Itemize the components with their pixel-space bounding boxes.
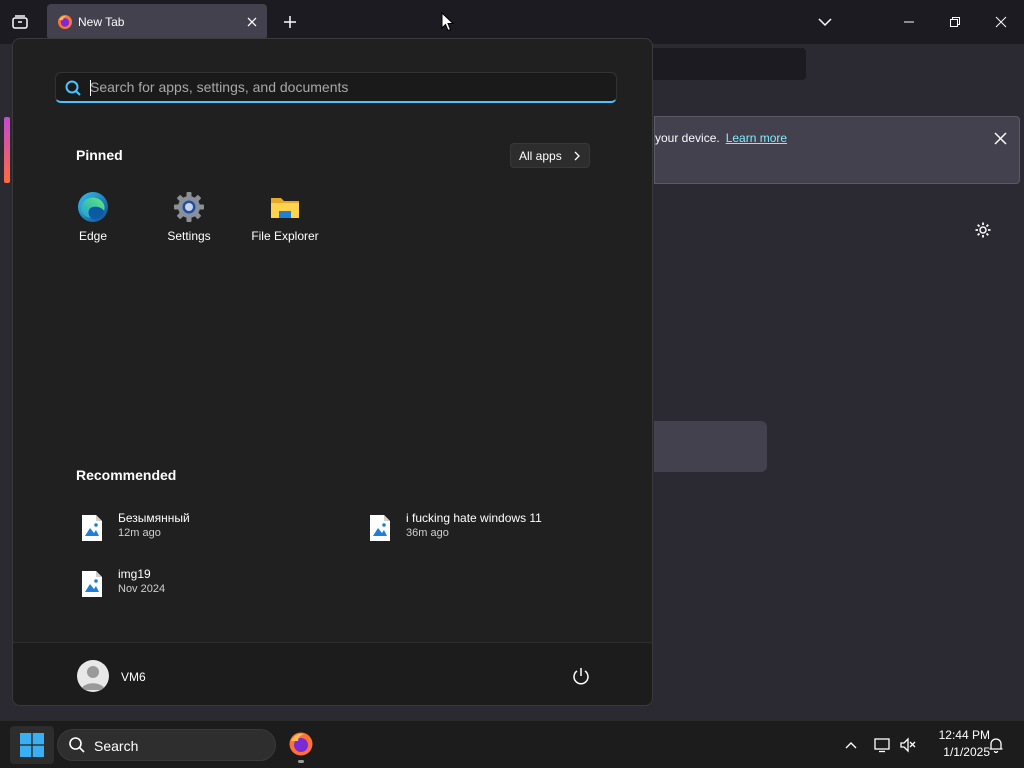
bell-icon bbox=[989, 738, 1003, 753]
shortcut-tile[interactable] bbox=[654, 421, 767, 472]
search-icon bbox=[69, 737, 85, 753]
notice-message: your device. bbox=[655, 131, 720, 145]
power-button[interactable] bbox=[571, 666, 591, 686]
app-label: File Explorer bbox=[251, 229, 319, 243]
restore-button[interactable] bbox=[940, 8, 970, 36]
clock-time: 12:44 PM bbox=[938, 728, 990, 742]
taskbar-search[interactable]: Search bbox=[57, 729, 276, 761]
firefox-icon bbox=[289, 732, 313, 756]
edge-icon bbox=[78, 192, 108, 222]
gear-icon bbox=[975, 222, 991, 238]
display-icon bbox=[874, 738, 890, 753]
app-label: Settings bbox=[167, 229, 211, 243]
show-hidden-icons-button[interactable] bbox=[840, 734, 862, 756]
system-clock[interactable]: 12:44 PM 1/1/2025 bbox=[920, 727, 990, 761]
chevron-up-icon bbox=[845, 742, 857, 749]
minimize-icon bbox=[904, 21, 914, 23]
image-file-icon bbox=[82, 515, 102, 541]
power-icon bbox=[573, 668, 589, 685]
new-tab-button[interactable] bbox=[280, 12, 300, 32]
image-file-icon bbox=[370, 515, 390, 541]
mouse-cursor-icon bbox=[441, 12, 455, 32]
image-file-icon bbox=[82, 571, 102, 597]
list-all-tabs-button[interactable] bbox=[815, 12, 835, 32]
start-menu-footer: VM6 bbox=[13, 642, 652, 705]
plus-icon bbox=[284, 16, 296, 28]
tab-close-button[interactable] bbox=[243, 13, 261, 31]
settings-icon bbox=[174, 192, 204, 222]
user-icon bbox=[81, 666, 105, 690]
taskbar-firefox[interactable] bbox=[286, 727, 316, 763]
pinned-app-settings[interactable]: Settings bbox=[139, 189, 239, 249]
volume-tray-button[interactable] bbox=[897, 734, 919, 756]
start-search-input[interactable] bbox=[90, 73, 590, 101]
file-explorer-icon bbox=[271, 198, 299, 218]
recommended-item-name: img19 bbox=[118, 567, 151, 581]
learn-more-link[interactable]: Learn more bbox=[726, 131, 787, 145]
url-bar[interactable] bbox=[640, 48, 806, 80]
running-indicator bbox=[298, 760, 304, 763]
close-window-button[interactable] bbox=[986, 8, 1016, 36]
firefox-icon bbox=[58, 15, 72, 29]
recommended-item-1[interactable]: Безымянный 12m ago bbox=[73, 508, 333, 548]
taskbar-search-label: Search bbox=[94, 738, 139, 754]
recommended-item-time: 12m ago bbox=[118, 527, 161, 539]
start-menu: Pinned All apps Edge bbox=[12, 38, 653, 706]
pinned-section-title: Pinned bbox=[76, 147, 123, 163]
close-icon bbox=[247, 17, 257, 27]
recommended-item-3[interactable]: img19 Nov 2024 bbox=[73, 564, 333, 604]
all-apps-label: All apps bbox=[519, 148, 562, 163]
text-caret bbox=[90, 80, 91, 96]
recommended-section-title: Recommended bbox=[76, 467, 177, 483]
browser-notice-banner: your device. Learn more bbox=[654, 116, 1020, 184]
minimize-button[interactable] bbox=[894, 8, 924, 36]
close-icon bbox=[995, 16, 1007, 28]
all-apps-button[interactable]: All apps bbox=[510, 143, 590, 168]
recommended-item-name: i fucking hate windows 11 bbox=[406, 511, 542, 525]
notice-close-button[interactable] bbox=[991, 129, 1009, 147]
start-button[interactable] bbox=[10, 726, 54, 764]
app-label: Edge bbox=[78, 229, 108, 243]
tab-list-icon bbox=[12, 15, 28, 29]
display-tray-button[interactable] bbox=[871, 734, 893, 756]
close-icon bbox=[993, 131, 1007, 145]
recommended-item-2[interactable]: i fucking hate windows 11 36m ago bbox=[361, 508, 621, 548]
tab-list-button[interactable] bbox=[8, 10, 32, 34]
recommended-item-name: Безымянный bbox=[118, 511, 190, 525]
clock-date: 1/1/2025 bbox=[943, 745, 990, 759]
notice-text: your device. Learn more bbox=[655, 131, 787, 145]
restore-icon bbox=[950, 17, 960, 27]
pinned-app-file-explorer[interactable]: File Explorer bbox=[235, 189, 335, 249]
chevron-right-icon bbox=[574, 151, 580, 161]
new-tab-settings-button[interactable] bbox=[972, 219, 994, 241]
recommended-item-time: 36m ago bbox=[406, 527, 449, 539]
windows-logo-icon bbox=[20, 733, 44, 757]
pinned-app-edge[interactable]: Edge bbox=[43, 189, 143, 249]
search-icon bbox=[65, 80, 81, 96]
taskbar: Search 12:44 PM 1/1/2025 bbox=[0, 720, 1024, 768]
volume-muted-icon bbox=[900, 737, 916, 753]
notifications-button[interactable] bbox=[985, 734, 1007, 756]
tab-title: New Tab bbox=[78, 15, 125, 29]
notice-accent-strip bbox=[4, 117, 10, 183]
start-search-box[interactable] bbox=[55, 72, 617, 103]
chevron-down-icon bbox=[818, 18, 832, 27]
user-avatar[interactable] bbox=[77, 660, 109, 692]
recommended-item-time: Nov 2024 bbox=[118, 583, 166, 595]
user-name[interactable]: VM6 bbox=[121, 670, 146, 684]
browser-tab-new-tab[interactable]: New Tab bbox=[47, 4, 267, 40]
